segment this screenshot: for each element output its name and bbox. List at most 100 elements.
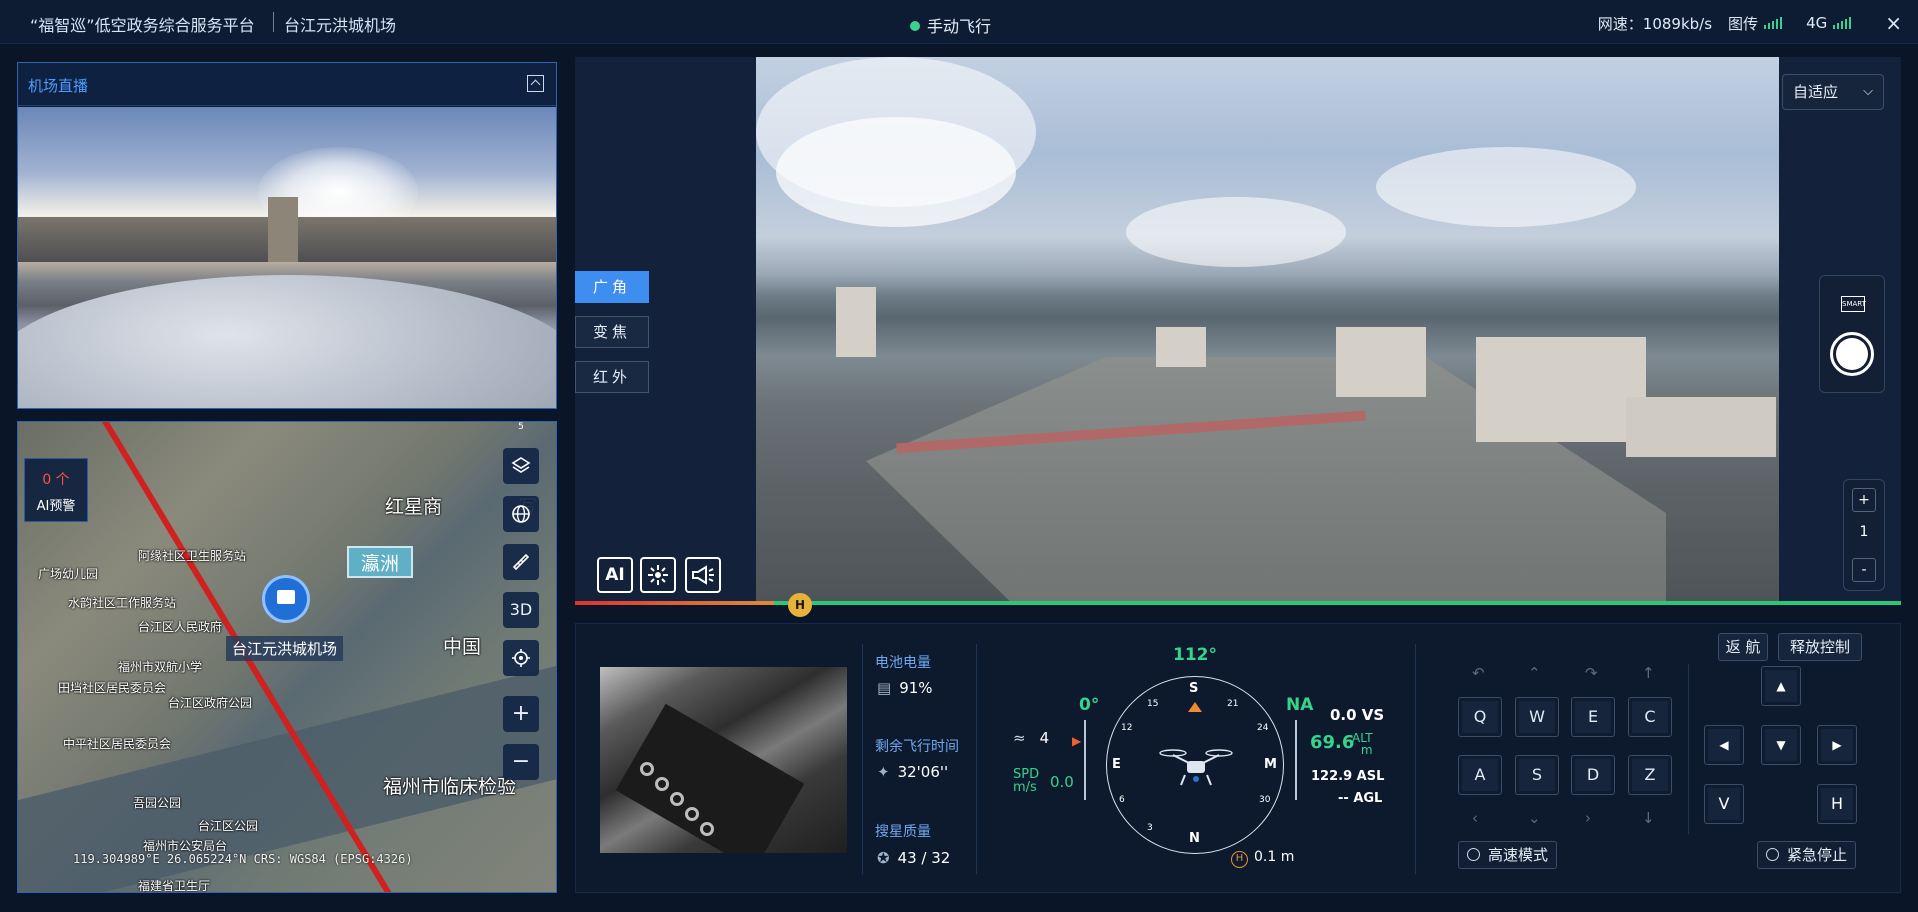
gimbal-right-button[interactable]: ▶ — [1817, 725, 1857, 765]
capture-panel: SMART — [1819, 275, 1885, 393]
key-w[interactable]: W — [1515, 697, 1559, 737]
map-zoom-out-button[interactable]: − — [503, 744, 539, 780]
network-signal-icon — [1833, 17, 1852, 29]
key-e[interactable]: E — [1571, 697, 1615, 737]
skyline-tower — [268, 197, 298, 262]
gimbal-left-button[interactable]: ◀ — [1704, 725, 1744, 765]
platform-title: “福智巡”低空政务综合服务平台 — [30, 16, 255, 35]
battery-icon: ▤ — [877, 679, 892, 697]
high-speed-mode-label: 高速模式 — [1488, 846, 1549, 864]
key-v[interactable]: V — [1704, 784, 1744, 824]
gimbal-up-button[interactable]: ▲ — [1761, 666, 1801, 706]
key-d[interactable]: D — [1571, 755, 1615, 795]
building — [1476, 337, 1646, 442]
close-icon[interactable]: × — [1885, 11, 1902, 35]
key-s[interactable]: S — [1515, 755, 1559, 795]
divider — [976, 644, 977, 874]
ruler-button[interactable] — [503, 544, 539, 580]
chevron-up-icon: ⌃ — [1528, 664, 1541, 682]
asl-value: 122.9 ASL — [1311, 769, 1385, 784]
map-scale: 5 — [518, 422, 524, 432]
zoom-mode-select[interactable]: 自适应 ⌵ — [1782, 74, 1884, 110]
gimbal-down-button[interactable]: ▼ — [1761, 725, 1801, 765]
speaker-button[interactable] — [685, 557, 721, 593]
globe-button[interactable] — [503, 496, 539, 532]
compass-tick: 30 — [1259, 795, 1271, 805]
compass-west: M — [1264, 757, 1277, 772]
flight-time-label: 剩余飞行时间 — [875, 739, 959, 755]
header-status-group: 网速：1089kb/s 图传 4G × — [1598, 11, 1902, 35]
spotlight-button[interactable] — [640, 557, 676, 593]
camera-zoom-in-button[interactable]: + — [1852, 488, 1876, 512]
infrared-thumbnail[interactable] — [600, 667, 847, 853]
key-c[interactable]: C — [1628, 697, 1672, 737]
map-label-poi: 福建省卫生厅 — [138, 879, 211, 893]
divider — [862, 644, 863, 874]
layers-button[interactable] — [503, 448, 539, 484]
camera-zoom-level: 1 — [1859, 524, 1869, 540]
rotate-right-icon: ↷ — [1585, 664, 1598, 682]
info-icon — [1467, 848, 1480, 861]
release-control-button[interactable]: 释放控制 — [1778, 633, 1862, 661]
key-q[interactable]: Q — [1458, 697, 1502, 737]
locate-icon — [512, 649, 530, 667]
net-speed: 网速：1089kb/s — [1597, 14, 1713, 33]
drone-camera-feed[interactable] — [756, 57, 1779, 601]
satellite-label: 搜星质量 — [875, 824, 931, 840]
agl-value: -- AGL — [1338, 791, 1383, 806]
na-label: NA — [1286, 695, 1314, 715]
heading-pointer-icon — [1188, 702, 1202, 712]
key-a[interactable]: A — [1458, 755, 1502, 795]
speed-value: 0.0 — [1050, 773, 1074, 791]
locate-button[interactable] — [503, 640, 539, 676]
emergency-stop-label: 紧急停止 — [1787, 846, 1848, 864]
divider — [1415, 644, 1416, 874]
airport-live-panel: 机场直播 — [17, 62, 557, 409]
thermal-vent — [640, 762, 654, 776]
chevron-right-icon: › — [1585, 809, 1591, 827]
map-label-poi: 台江区公园 — [198, 819, 259, 833]
map-label-poi: 福州市双航小学 — [118, 660, 203, 674]
ai-alert-badge[interactable]: 0 个 AI预警 — [24, 458, 88, 522]
map-label-poi: 中平社区居民委员会 — [63, 737, 172, 751]
region-tag: 瀛洲 — [347, 546, 413, 578]
key-h[interactable]: H — [1817, 784, 1857, 824]
shutter-button[interactable] — [1830, 332, 1874, 376]
ruler-icon — [512, 553, 530, 571]
3d-button[interactable]: 3D — [503, 592, 539, 628]
ai-tool-button[interactable]: AI — [597, 557, 633, 593]
lens-zoom-button[interactable]: 变焦 — [575, 316, 649, 348]
satellite-row: ✪ 43 / 32 — [877, 849, 950, 867]
flight-progress-bar[interactable] — [575, 601, 1901, 605]
chevron-left-icon: ‹ — [1472, 809, 1478, 827]
smart-mode-icon[interactable]: SMART — [1841, 296, 1866, 312]
return-home-button[interactable]: 返 航 — [1718, 633, 1768, 661]
main-video-panel: 广角 变焦 红外 AI H 自适应 ⌵ SMART + 1 - — [575, 57, 1901, 617]
drone-icon — [1159, 749, 1233, 786]
battery-value-row: ▤ 91% — [877, 679, 933, 697]
airport-marker-icon[interactable] — [262, 575, 310, 623]
lens-wide-button[interactable]: 广角 — [575, 271, 649, 303]
key-z[interactable]: Z — [1628, 755, 1672, 795]
cloud — [776, 117, 1016, 227]
drone-dock-dome — [18, 275, 556, 408]
lens-infrared-button[interactable]: 红外 — [575, 361, 649, 393]
high-speed-mode-toggle[interactable]: 高速模式 — [1458, 841, 1558, 869]
collapse-icon[interactable] — [527, 75, 544, 92]
home-icon: H — [1231, 851, 1248, 868]
camera-zoom-out-button[interactable]: - — [1852, 558, 1876, 582]
building — [1626, 397, 1776, 457]
altitude-value: 69.6 — [1310, 732, 1355, 753]
status-dot-icon — [910, 21, 920, 31]
wind-row: ≈4 — [1013, 729, 1049, 747]
wind-value: 4 — [1039, 729, 1050, 747]
alt-unit: m — [1360, 743, 1373, 757]
map-label-poi: 中国 — [443, 636, 482, 658]
compass-tick: 24 — [1257, 723, 1269, 733]
chevron-down-icon: ⌄ — [1528, 809, 1541, 827]
arrow-up-icon: ↑ — [1642, 664, 1655, 682]
map-zoom-in-button[interactable]: + — [503, 696, 539, 732]
emergency-stop-button[interactable]: 紧急停止 — [1757, 841, 1857, 869]
triangle-left-icon: ◀ — [1719, 738, 1729, 752]
ai-alert-count: 0 个 — [42, 472, 70, 488]
